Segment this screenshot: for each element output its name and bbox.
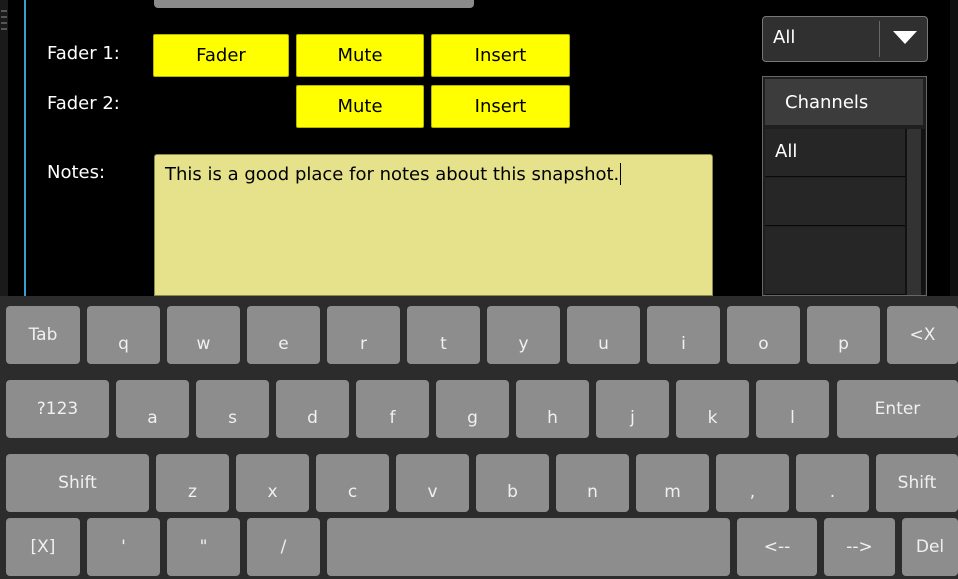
dropdown-divider: [879, 21, 880, 57]
key-x[interactable]: x: [236, 454, 309, 512]
fader1-insert-button[interactable]: Insert: [431, 34, 570, 77]
snapshot-editor: Fader 1: Fader 2: Fader Mute Insert Mute…: [0, 0, 958, 296]
key-delete[interactable]: Del: [902, 518, 958, 576]
key-r[interactable]: r: [327, 306, 400, 364]
key-g[interactable]: g: [436, 380, 509, 438]
channels-header: Channels: [765, 79, 923, 125]
notes-text: This is a good place for notes about thi…: [165, 164, 620, 185]
key-period[interactable]: .: [796, 454, 869, 512]
key-k[interactable]: k: [676, 380, 749, 438]
key-quote[interactable]: ": [167, 518, 240, 576]
list-item-all[interactable]: All: [765, 129, 905, 177]
channels-list: Channels All: [762, 76, 927, 296]
key-s[interactable]: s: [196, 380, 269, 438]
list-item-empty: [765, 178, 905, 226]
key-o[interactable]: o: [727, 306, 800, 364]
key-symbols[interactable]: ?123: [6, 380, 109, 438]
tab-stub[interactable]: [154, 0, 474, 8]
key-a[interactable]: a: [116, 380, 189, 438]
key-w[interactable]: w: [167, 306, 240, 364]
key-j[interactable]: j: [596, 380, 669, 438]
list-scrollbar-thumb[interactable]: [907, 129, 921, 295]
key-tab[interactable]: Tab: [6, 306, 80, 364]
key-close-keyboard[interactable]: [X]: [6, 518, 80, 576]
notes-label: Notes:: [47, 162, 106, 183]
fader2-mute-button[interactable]: Mute: [296, 85, 424, 128]
key-d[interactable]: d: [276, 380, 349, 438]
key-m[interactable]: m: [636, 454, 709, 512]
key-enter[interactable]: Enter: [837, 380, 958, 438]
key-c[interactable]: c: [316, 454, 389, 512]
key-h[interactable]: h: [516, 380, 589, 438]
left-edge-handle: [0, 0, 8, 296]
fader1-label: Fader 1:: [47, 43, 120, 64]
key-n[interactable]: n: [556, 454, 629, 512]
key-y[interactable]: y: [487, 306, 560, 364]
key-l[interactable]: l: [756, 380, 829, 438]
key-t[interactable]: t: [407, 306, 480, 364]
fader2-label: Fader 2:: [47, 93, 120, 114]
dropdown-value: All: [773, 27, 796, 48]
key-cursor-right[interactable]: -->: [824, 518, 895, 576]
list-item-empty: [765, 227, 905, 295]
key-b[interactable]: b: [476, 454, 549, 512]
fader1-fader-button[interactable]: Fader: [153, 34, 289, 77]
key-backspace[interactable]: <X: [887, 306, 958, 364]
key-i[interactable]: i: [647, 306, 720, 364]
chevron-down-icon[interactable]: [893, 31, 917, 45]
key-space[interactable]: [327, 518, 730, 576]
key-shift-right[interactable]: Shift: [876, 454, 958, 512]
key-slash[interactable]: /: [247, 518, 320, 576]
key-comma[interactable]: ,: [716, 454, 789, 512]
key-z[interactable]: z: [156, 454, 229, 512]
text-caret: [620, 163, 622, 185]
key-v[interactable]: v: [396, 454, 469, 512]
key-f[interactable]: f: [356, 380, 429, 438]
key-u[interactable]: u: [567, 306, 640, 364]
key-p[interactable]: p: [807, 306, 880, 364]
key-apostrophe[interactable]: ': [87, 518, 160, 576]
key-q[interactable]: q: [87, 306, 160, 364]
notes-textarea[interactable]: This is a good place for notes about thi…: [154, 154, 713, 296]
fader1-mute-button[interactable]: Mute: [296, 34, 424, 77]
key-e[interactable]: e: [247, 306, 320, 364]
channel-filter-dropdown[interactable]: All: [762, 16, 928, 62]
right-edge-handle: [950, 0, 958, 296]
fader2-insert-button[interactable]: Insert: [431, 85, 570, 128]
key-cursor-left[interactable]: <--: [737, 518, 817, 576]
key-shift-left[interactable]: Shift: [6, 454, 149, 512]
on-screen-keyboard: Tab q w e r t y u i o p <X ?123 a s d f …: [0, 296, 958, 579]
